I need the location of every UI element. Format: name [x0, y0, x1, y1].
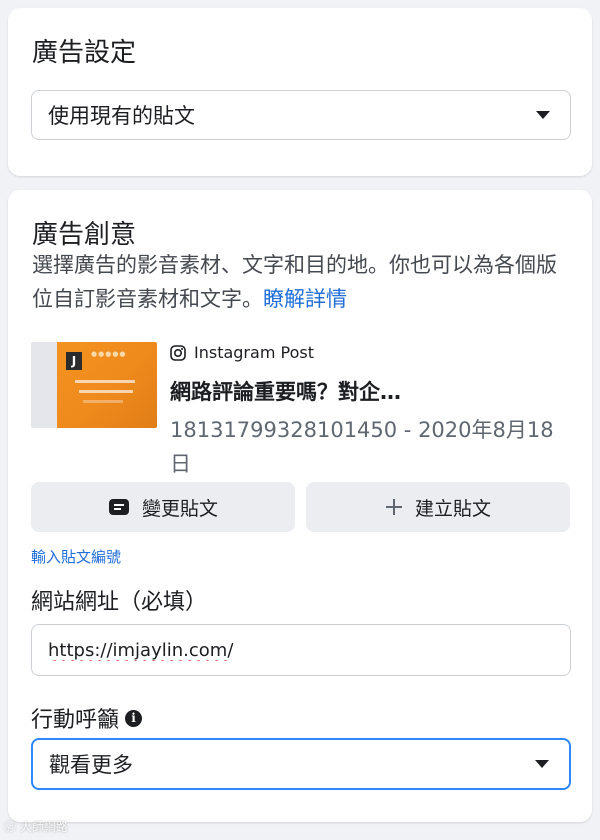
plus-icon [385, 498, 403, 516]
caret-down-icon [535, 760, 549, 768]
post-meta: 18131799328101450 - 2020年8月18日 [170, 418, 554, 476]
call-to-action-select[interactable]: 觀看更多 [31, 738, 571, 790]
ad-creative-card: 廣告創意 選擇廣告的影音素材、文字和目的地。你也可以為各個版位自訂影音素材和文字… [8, 190, 592, 822]
post-thumbnail: J ●●●●● [31, 342, 157, 428]
info-icon[interactable]: i [125, 709, 143, 727]
website-url-input[interactable] [31, 624, 571, 676]
thumbnail-text-line [79, 390, 133, 393]
call-to-action-select-value: 觀看更多 [49, 753, 133, 777]
ad-settings-title: 廣告設定 [32, 38, 137, 68]
post-source: Instagram Post [170, 343, 314, 362]
create-post-label: 建立貼文 [414, 498, 491, 520]
caret-down-icon [536, 111, 550, 119]
instagram-icon [170, 344, 186, 361]
thumbnail-logo: J [66, 352, 82, 370]
website-url-label: 網站網址（必填） [31, 590, 208, 615]
watermark-logo: 〄 大師網路 [4, 820, 68, 834]
thumbnail-text-line [75, 380, 135, 383]
enter-post-id-link[interactable]: 輸入貼文編號 [31, 546, 121, 567]
change-post-label: 變更貼文 [141, 498, 218, 520]
post-thumbnail-image: J ●●●●● [57, 342, 157, 428]
post-source-select-value: 使用現有的貼文 [48, 104, 195, 128]
thumbnail-rating-icon: ●●●●● [91, 350, 127, 358]
create-post-button[interactable]: 建立貼文 [306, 482, 570, 532]
thumbnail-text-line [83, 400, 123, 403]
message-icon [108, 498, 130, 516]
post-source-select[interactable]: 使用現有的貼文 [31, 90, 571, 140]
change-post-button[interactable]: 變更貼文 [31, 482, 295, 532]
post-title: 網路評論重要嗎？對企… [170, 380, 401, 404]
ad-creative-description: 選擇廣告的影音素材、文字和目的地。你也可以為各個版位自訂影音素材和文字。瞭解詳情 [32, 248, 572, 316]
ad-creative-title: 廣告創意 [32, 220, 137, 250]
post-source-label: Instagram Post [194, 343, 314, 362]
call-to-action-label-text: 行動呼籲 [31, 708, 120, 733]
call-to-action-label: 行動呼籲 i [31, 702, 143, 734]
ad-settings-card: 廣告設定 使用現有的貼文 [8, 8, 592, 176]
learn-more-link[interactable]: 瞭解詳情 [263, 287, 347, 311]
